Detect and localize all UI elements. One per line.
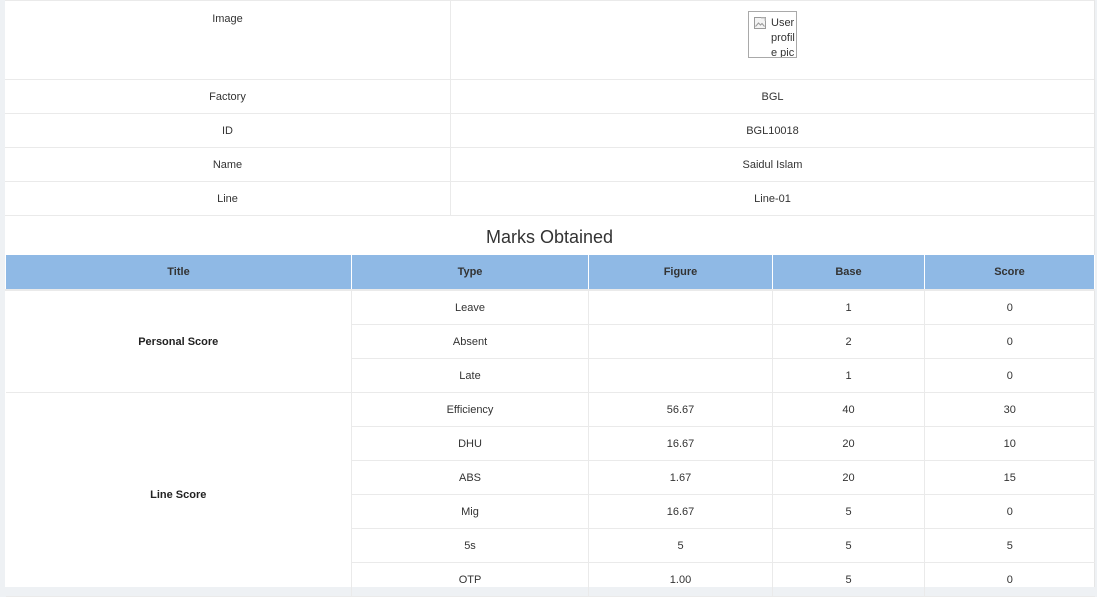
profile-value: Saidul Islam xyxy=(450,147,1094,182)
cell-type: Efficiency xyxy=(351,392,589,427)
cell-figure: 56.67 xyxy=(588,392,773,427)
cell-figure xyxy=(588,289,773,325)
marks-table: Title Type Figure Base Score Personal Sc… xyxy=(5,255,1095,597)
marks-section-title: Marks Obtained xyxy=(485,227,614,247)
column-header-figure[interactable]: Figure xyxy=(588,255,773,291)
cell-score: 0 xyxy=(924,324,1095,359)
cell-base: 5 xyxy=(772,494,925,529)
cell-type: DHU xyxy=(351,426,589,461)
cell-base: 1 xyxy=(772,289,925,325)
profile-row-factory: Factory BGL xyxy=(5,79,1094,114)
cell-score: 30 xyxy=(924,392,1095,427)
cell-figure xyxy=(588,324,773,359)
cell-type: Late xyxy=(351,358,589,393)
cell-score: 0 xyxy=(924,562,1095,597)
group-title-line-score: Line Score xyxy=(5,392,352,597)
column-header-title[interactable]: Title xyxy=(5,255,352,291)
cell-figure: 16.67 xyxy=(588,426,773,461)
table-row: Line Score Efficiency 56.67 40 30 xyxy=(5,392,1095,597)
profile-label: ID xyxy=(5,113,451,148)
column-header-score[interactable]: Score xyxy=(924,255,1095,291)
cell-base: 5 xyxy=(772,562,925,597)
cell-base: 2 xyxy=(772,324,925,359)
cell-figure xyxy=(588,358,773,393)
profile-label: Line xyxy=(5,181,451,216)
profile-row-line: Line Line-01 xyxy=(5,181,1094,216)
cell-base: 20 xyxy=(772,426,925,461)
profile-label: Factory xyxy=(5,79,451,114)
profile-row-id: ID BGL10018 xyxy=(5,113,1094,148)
profile-value: BGL10018 xyxy=(450,113,1094,148)
cell-type: Mig xyxy=(351,494,589,529)
cell-base: 40 xyxy=(772,392,925,427)
broken-image-icon xyxy=(754,17,766,29)
profile-label: Image xyxy=(5,0,451,80)
column-header-type[interactable]: Type xyxy=(351,255,589,291)
profile-label: Name xyxy=(5,147,451,182)
report-page: Image User profile picture Factory BGL I… xyxy=(5,0,1095,597)
cell-base: 5 xyxy=(772,528,925,563)
profile-picture: User profile picture xyxy=(748,11,797,58)
cell-score: 0 xyxy=(924,358,1095,393)
cell-score: 15 xyxy=(924,460,1095,495)
cell-type: ABS xyxy=(351,460,589,495)
profile-value: Line-01 xyxy=(450,181,1094,216)
cell-base: 20 xyxy=(772,460,925,495)
cell-figure: 1.00 xyxy=(588,562,773,597)
cell-score: 5 xyxy=(924,528,1095,563)
cell-figure: 16.67 xyxy=(588,494,773,529)
profile-image-row: Image User profile picture xyxy=(5,0,1094,80)
profile-value: BGL xyxy=(450,79,1094,114)
cell-type: Leave xyxy=(351,289,589,325)
marks-header-row: Title Type Figure Base Score xyxy=(5,255,1095,291)
profile-picture-alt-text: User profile picture xyxy=(771,17,795,58)
cell-type: 5s xyxy=(351,528,589,563)
table-row: Personal Score Leave 1 0 xyxy=(5,289,1095,393)
cell-figure: 5 xyxy=(588,528,773,563)
profile-table: Image User profile picture Factory BGL I… xyxy=(5,0,1094,216)
profile-row-name: Name Saidul Islam xyxy=(5,147,1094,182)
column-header-base[interactable]: Base xyxy=(772,255,925,291)
cell-base: 1 xyxy=(772,358,925,393)
cell-score: 0 xyxy=(924,289,1095,325)
cell-figure: 1.67 xyxy=(588,460,773,495)
cell-score: 10 xyxy=(924,426,1095,461)
cell-score: 0 xyxy=(924,494,1095,529)
group-title-personal-score: Personal Score xyxy=(5,289,352,393)
cell-type: OTP xyxy=(351,562,589,597)
cell-type: Absent xyxy=(351,324,589,359)
profile-image-cell: User profile picture xyxy=(450,0,1094,80)
